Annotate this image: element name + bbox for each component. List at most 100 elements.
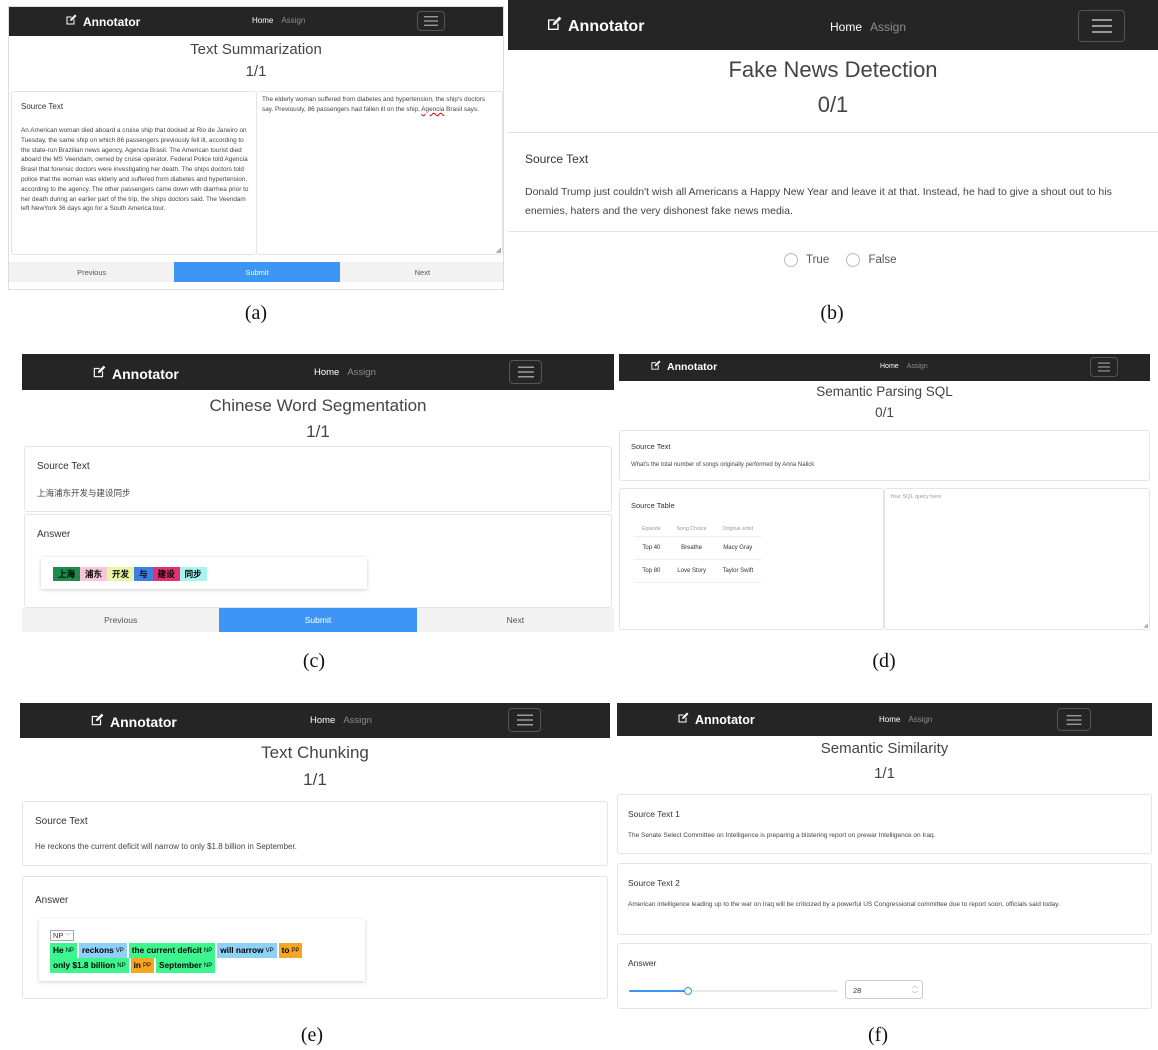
progress-counter: 1/1 bbox=[306, 422, 330, 441]
edit-icon bbox=[92, 365, 106, 382]
brand-label: Annotator bbox=[83, 14, 141, 29]
nav-assign-link[interactable]: Assign bbox=[281, 16, 305, 25]
edit-icon bbox=[65, 14, 77, 29]
table-cell: Love Story bbox=[668, 559, 715, 583]
hamburger-icon bbox=[1066, 714, 1082, 725]
similarity-slider[interactable] bbox=[629, 987, 838, 995]
next-button[interactable]: Next bbox=[339, 262, 503, 282]
table-cell: Macy Gray bbox=[714, 536, 762, 560]
summary-text-end: Brasil says. bbox=[444, 105, 479, 113]
page-title: Fake News Detection bbox=[728, 57, 938, 82]
resize-handle-icon[interactable]: ◢ bbox=[1143, 622, 1148, 629]
page-title: Semantic Similarity bbox=[820, 740, 949, 757]
segment-tag[interactable]: 浦东 bbox=[80, 567, 108, 581]
caption-c: (c) bbox=[302, 650, 326, 672]
brand-label: Annotator bbox=[568, 17, 645, 35]
page-title: Text Chunking bbox=[261, 743, 369, 762]
radio-false[interactable]: False bbox=[846, 253, 897, 267]
sql-placeholder: Your SQL query here bbox=[890, 494, 942, 500]
chunk-tag[interactable]: will narrow VP bbox=[217, 943, 277, 958]
stepper-down-icon[interactable]: ﹀ bbox=[912, 989, 918, 998]
nav-assign-link[interactable]: Assign bbox=[343, 715, 372, 726]
segment-list: 上海 浦东 开发与建设 同步 bbox=[53, 567, 207, 581]
brand[interactable]: Annotator bbox=[92, 365, 179, 382]
table-header: Original artist bbox=[714, 522, 762, 537]
table-cell: Top 40 bbox=[634, 536, 669, 560]
edit-icon bbox=[90, 713, 104, 730]
progress-counter: 0/1 bbox=[817, 92, 849, 117]
nav-assign-link[interactable]: Assign bbox=[908, 715, 932, 724]
chunk-tag[interactable]: in PP bbox=[130, 957, 154, 973]
previous-button[interactable]: Previous bbox=[22, 608, 220, 632]
nav-home-link[interactable]: Home bbox=[252, 16, 273, 25]
nav-home-link[interactable]: Home bbox=[879, 715, 900, 724]
nav-home-link[interactable]: Home bbox=[314, 367, 339, 378]
nav-home-link[interactable]: Home bbox=[830, 20, 862, 34]
segmentation-box: 上海 浦东 开发与建设 同步 bbox=[41, 557, 367, 589]
resize-handle-icon[interactable]: ◢ bbox=[496, 246, 501, 254]
nav-assign-link[interactable]: Assign bbox=[907, 363, 928, 370]
menu-toggle-button[interactable] bbox=[509, 360, 542, 384]
menu-toggle-button[interactable] bbox=[417, 11, 445, 31]
source-text-body: What's the total number of songs origina… bbox=[631, 462, 815, 468]
answer-card: Answer NP ﹀ He NP reckons VP the current def… bbox=[22, 876, 608, 999]
nav-assign-link[interactable]: Assign bbox=[870, 20, 906, 34]
source-table-title: Source Table bbox=[631, 501, 675, 510]
menu-toggle-button[interactable] bbox=[1057, 708, 1091, 731]
brand-label: Annotator bbox=[667, 361, 718, 373]
chunk-text: September bbox=[158, 959, 202, 970]
caption-e: (e) bbox=[300, 1024, 324, 1046]
chunk-box: NP ﹀ He NP reckons VP the current deficit NP w… bbox=[39, 919, 365, 981]
source-text-2-card: Source Text 2 American intelligence lead… bbox=[617, 863, 1152, 935]
nav-home-link[interactable]: Home bbox=[880, 363, 899, 370]
summary-textarea[interactable]: The elderly woman suffered from diabetes… bbox=[256, 91, 503, 255]
menu-toggle-button[interactable] bbox=[508, 708, 541, 732]
chunk-tag[interactable]: He NP bbox=[50, 943, 77, 958]
segment-tag[interactable]: 开发 bbox=[107, 567, 135, 581]
source-text-title: Source Text bbox=[631, 442, 671, 451]
chunk-select-value: NP bbox=[53, 931, 64, 940]
chunk-tag[interactable]: only $1.8 billion NP bbox=[50, 957, 129, 973]
chunk-tag[interactable]: reckons VP bbox=[78, 943, 127, 958]
segment-tag[interactable]: 与 bbox=[134, 567, 153, 581]
brand[interactable]: Annotator bbox=[677, 712, 755, 727]
next-button[interactable]: Next bbox=[416, 608, 614, 632]
segment-tag[interactable]: 同步 bbox=[179, 567, 207, 581]
segment-tag[interactable]: 上海 bbox=[53, 567, 81, 581]
submit-button[interactable]: Submit bbox=[219, 608, 417, 632]
progress-counter: 0/1 bbox=[875, 405, 894, 420]
panel-semantic-parsing-sql: Annotator Home Assign Semantic Parsing S… bbox=[619, 354, 1150, 632]
nav-home-link[interactable]: Home bbox=[310, 715, 335, 726]
chunk-list: He NP reckons VP the current deficit NP will n… bbox=[50, 943, 350, 973]
radio-true[interactable]: True bbox=[784, 253, 829, 267]
nav-assign-link[interactable]: Assign bbox=[347, 367, 376, 378]
brand[interactable]: Annotator bbox=[65, 14, 140, 29]
source-text-body: He reckons the current deficit will narr… bbox=[35, 842, 297, 851]
menu-toggle-button[interactable] bbox=[1090, 357, 1118, 377]
submit-button[interactable]: Submit bbox=[174, 262, 340, 282]
chunk-tag[interactable]: September NP bbox=[155, 957, 216, 973]
previous-button[interactable]: Previous bbox=[9, 262, 175, 282]
caption-d: (d) bbox=[872, 650, 896, 672]
brand[interactable]: Annotator bbox=[546, 16, 644, 37]
slider-handle[interactable] bbox=[683, 987, 692, 995]
source-text-card: Source Text Donald Trump just couldn't w… bbox=[508, 132, 1158, 232]
table-row: Top 80 Love Story Taylor Swift bbox=[634, 559, 762, 583]
chunk-label-select[interactable]: NP ﹀ bbox=[50, 930, 75, 941]
source-table: Episode Song Choice Original artist Top … bbox=[634, 522, 762, 583]
chunk-tag[interactable]: to PP bbox=[278, 943, 303, 958]
segment-tag[interactable]: 建设 bbox=[152, 567, 180, 581]
source-text-title: Source Text bbox=[525, 152, 589, 166]
answer-title: Answer bbox=[37, 529, 71, 540]
source-text-title: Source Text bbox=[35, 816, 88, 827]
source-text-card: Source Text An American woman died aboar… bbox=[11, 91, 256, 255]
menu-toggle-button[interactable] bbox=[1078, 10, 1125, 42]
sql-query-textarea[interactable]: Your SQL query here ◢ bbox=[884, 488, 1150, 630]
source-text-1-body: The Senate Select Committee on Intellige… bbox=[628, 832, 936, 839]
similarity-number-input[interactable]: 28 ︿ ﹀ bbox=[845, 980, 923, 999]
brand-label: Annotator bbox=[695, 712, 755, 727]
brand[interactable]: Annotator bbox=[650, 360, 717, 374]
chunk-tag[interactable]: the current deficit NP bbox=[128, 943, 216, 958]
hamburger-icon bbox=[517, 366, 534, 378]
brand[interactable]: Annotator bbox=[90, 713, 177, 730]
